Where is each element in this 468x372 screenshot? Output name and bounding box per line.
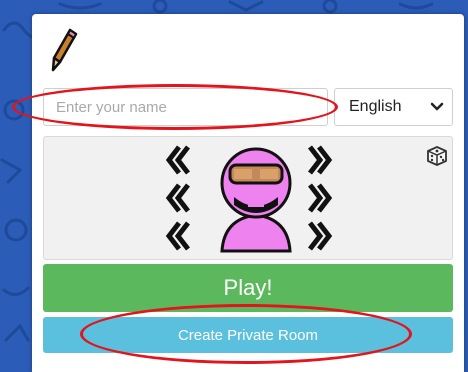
- avatar-preview: [220, 147, 292, 253]
- create-private-room-button[interactable]: Create Private Room: [43, 317, 453, 353]
- language-select-value: English: [349, 98, 402, 115]
- chevron-down-icon: [430, 102, 444, 111]
- next-eyes-arrow-icon[interactable]: [306, 143, 334, 177]
- play-button[interactable]: Play!: [43, 264, 453, 312]
- dice-icon[interactable]: [426, 145, 448, 167]
- language-select[interactable]: English: [334, 88, 453, 126]
- prev-color-arrow-icon[interactable]: [164, 219, 192, 253]
- pencil-logo-icon: [51, 28, 78, 72]
- prev-mouth-arrow-icon[interactable]: [164, 181, 192, 215]
- avatar-customizer: [43, 136, 453, 260]
- next-mouth-arrow-icon[interactable]: [306, 181, 334, 215]
- prev-eyes-arrow-icon[interactable]: [164, 143, 192, 177]
- home-panel: English: [32, 14, 464, 372]
- next-color-arrow-icon[interactable]: [306, 219, 334, 253]
- name-input[interactable]: [43, 88, 328, 126]
